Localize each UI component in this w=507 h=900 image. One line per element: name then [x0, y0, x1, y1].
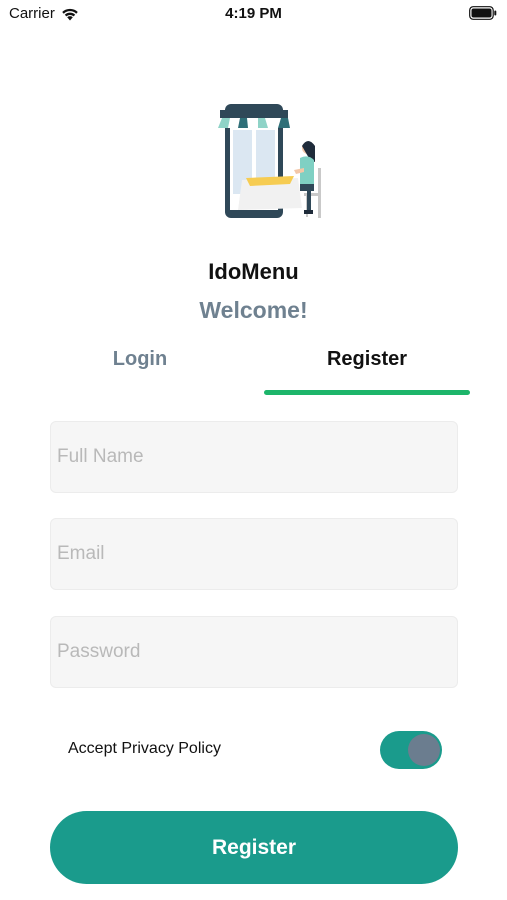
privacy-policy-toggle[interactable] — [380, 731, 442, 769]
status-bar: Carrier 4:19 PM — [0, 0, 507, 30]
storefront-illustration — [218, 104, 321, 218]
status-time: 4:19 PM — [225, 5, 282, 22]
welcome-message: Welcome! — [199, 297, 308, 323]
full-name-field-container — [50, 421, 458, 493]
active-tab-indicator — [264, 390, 470, 395]
toggle-knob — [408, 734, 440, 766]
tab-register[interactable]: Register — [264, 348, 470, 371]
password-input[interactable] — [51, 617, 457, 687]
register-button[interactable]: Register — [50, 811, 458, 884]
email-input[interactable] — [51, 519, 457, 589]
app-title: IdoMenu — [208, 259, 299, 284]
email-field-container — [50, 518, 458, 590]
password-field-container — [50, 616, 458, 688]
tab-login[interactable]: Login — [40, 348, 240, 371]
full-name-input[interactable] — [51, 422, 457, 492]
privacy-policy-label: Accept Privacy Policy — [68, 740, 221, 757]
battery-icon — [469, 6, 497, 20]
